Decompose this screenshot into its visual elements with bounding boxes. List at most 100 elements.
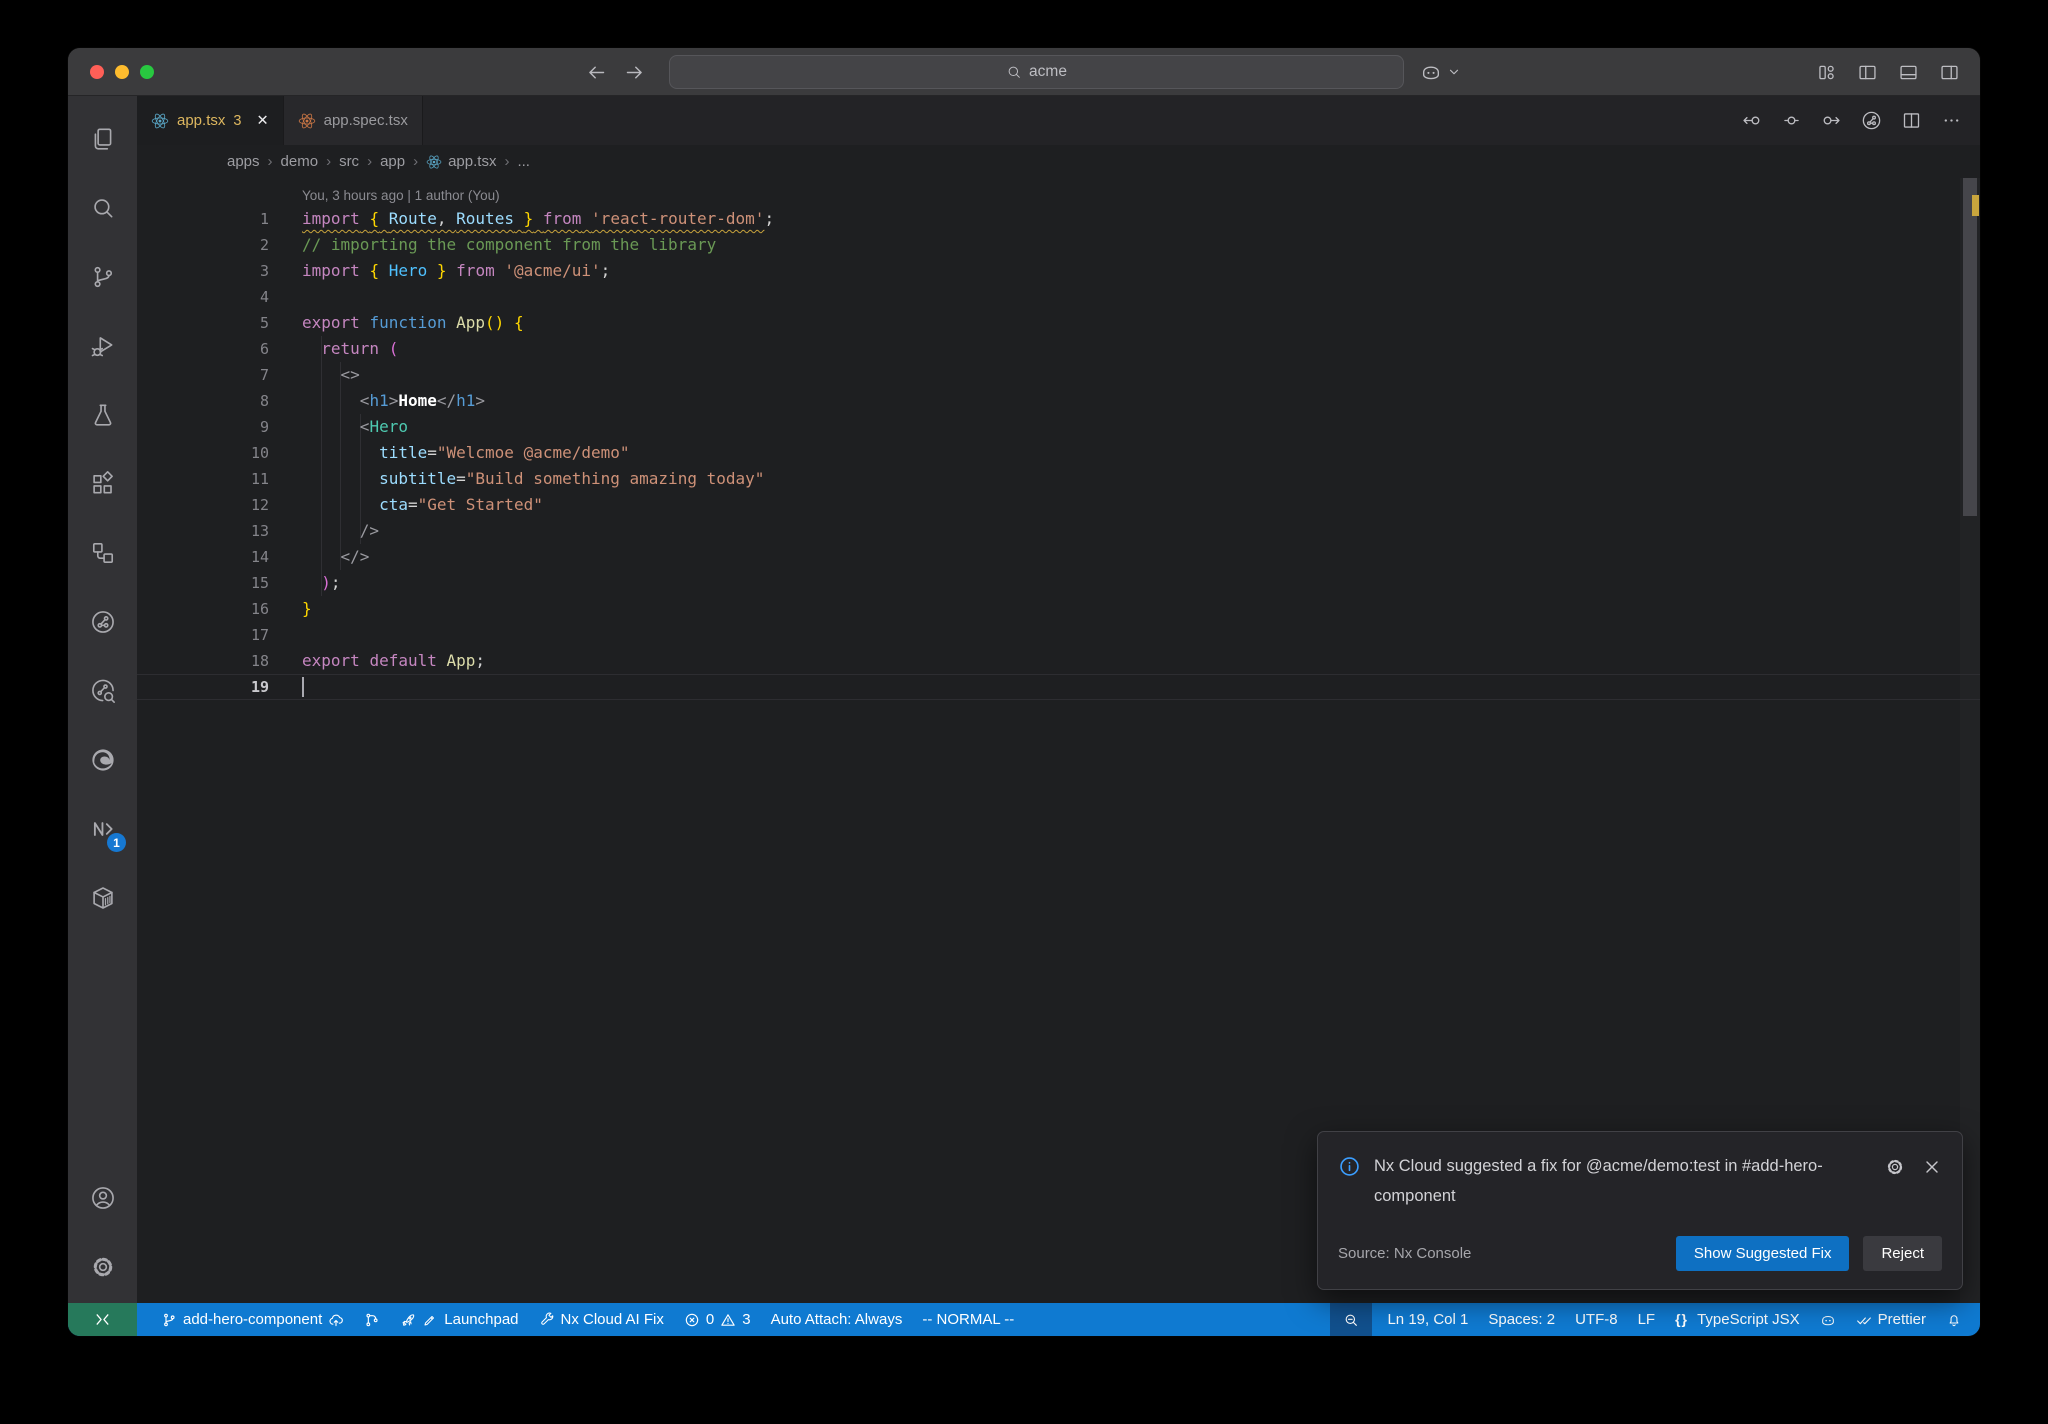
nav-forward-icon[interactable] bbox=[1821, 110, 1842, 131]
code-line-4[interactable]: 4 bbox=[137, 284, 1980, 310]
activity-item-hierarchy[interactable] bbox=[68, 518, 137, 587]
code-line-11[interactable]: 11 subtitle="Build something amazing tod… bbox=[137, 466, 1980, 492]
tab-label: app.tsx bbox=[177, 112, 226, 129]
line-number: 2 bbox=[259, 236, 269, 254]
status-git-graph[interactable] bbox=[354, 1303, 390, 1336]
status-cursor-position[interactable]: Ln 19, Col 1 bbox=[1377, 1303, 1478, 1336]
code-line-15[interactable]: 15 ); bbox=[137, 570, 1980, 596]
code-line-5[interactable]: 5 export function App() { bbox=[137, 310, 1980, 336]
show-suggested-fix-button[interactable]: Show Suggested Fix bbox=[1675, 1236, 1850, 1271]
tab-app.spec.tsx[interactable]: app.spec.tsx bbox=[283, 96, 423, 145]
status-problems[interactable]: 03 bbox=[674, 1303, 761, 1336]
code-line-16[interactable]: 16} bbox=[137, 596, 1980, 622]
nav-back-icon[interactable] bbox=[1741, 110, 1762, 131]
breadcrumb-item[interactable]: demo bbox=[281, 153, 319, 170]
code-line-13[interactable]: 13 /> bbox=[137, 518, 1980, 544]
activity-item-run-debug[interactable] bbox=[68, 311, 137, 380]
close-window-button[interactable] bbox=[90, 65, 104, 79]
code-line-19[interactable]: 19 bbox=[137, 674, 1980, 700]
status-vim-mode[interactable]: -- NORMAL -- bbox=[912, 1303, 1024, 1336]
code-line-1[interactable]: 1 import { Route, Routes } from 'react-ro… bbox=[137, 206, 1980, 232]
navigate-back-icon[interactable] bbox=[586, 62, 607, 83]
more-actions-icon[interactable] bbox=[1941, 110, 1962, 131]
code-line-18[interactable]: 18 export default App; bbox=[137, 648, 1980, 674]
line-number: 8 bbox=[259, 392, 269, 410]
status-text: UTF-8 bbox=[1575, 1311, 1618, 1328]
copilot-icon bbox=[1820, 1312, 1836, 1328]
code-line-17[interactable]: 17 bbox=[137, 622, 1980, 648]
activity-item-accounts[interactable] bbox=[68, 1163, 137, 1232]
status-indentation[interactable]: Spaces: 2 bbox=[1478, 1303, 1565, 1336]
activity-item-extensions[interactable] bbox=[68, 449, 137, 518]
line-number: 13 bbox=[250, 522, 269, 540]
activity-item-package-explorer[interactable] bbox=[68, 863, 137, 932]
toggle-primary-sidebar-icon[interactable] bbox=[1857, 62, 1878, 83]
breadcrumb-item[interactable]: src bbox=[339, 153, 359, 170]
zoom-window-button[interactable] bbox=[140, 65, 154, 79]
react-icon-blue bbox=[426, 154, 442, 170]
remote-indicator[interactable] bbox=[68, 1303, 137, 1336]
status-notifications[interactable] bbox=[1936, 1303, 1972, 1336]
status-branch[interactable]: add-hero-component bbox=[151, 1303, 354, 1336]
tab-bar-tabs: app.tsx 3 ✕ app.spec.tsx bbox=[137, 96, 423, 145]
code-line-3[interactable]: 3 import { Hero } from '@acme/ui'; bbox=[137, 258, 1980, 284]
split-editor-icon[interactable] bbox=[1901, 110, 1922, 131]
line-number: 11 bbox=[250, 470, 269, 488]
activity-item-edge-tools[interactable] bbox=[68, 725, 137, 794]
breadcrumb-item[interactable]: ... bbox=[517, 153, 530, 170]
activity-item-nx-project-graph[interactable] bbox=[68, 587, 137, 656]
activity-item-nx-graph-search[interactable] bbox=[68, 656, 137, 725]
code-line-14[interactable]: 14 </> bbox=[137, 544, 1980, 570]
line-number: 10 bbox=[250, 444, 269, 462]
status-text: Launchpad bbox=[444, 1311, 519, 1328]
status-language-mode[interactable]: {} TypeScript JSX bbox=[1665, 1303, 1810, 1336]
titlebar: acme bbox=[68, 48, 1980, 96]
close-tab-icon[interactable]: ✕ bbox=[256, 113, 268, 129]
status-launchpad[interactable]: Launchpad bbox=[390, 1303, 528, 1336]
status-text: Ln 19, Col 1 bbox=[1387, 1311, 1469, 1328]
search-icon bbox=[1006, 64, 1022, 80]
toggle-panel-icon[interactable] bbox=[1898, 62, 1919, 83]
code-line-8[interactable]: 8 <h1>Home</h1> bbox=[137, 388, 1980, 414]
status-bar-left: add-hero-component Launchpad Nx Cloud AI F… bbox=[137, 1303, 1024, 1336]
bell-icon bbox=[1946, 1312, 1962, 1328]
activity-item-search[interactable] bbox=[68, 173, 137, 242]
activity-item-settings[interactable] bbox=[68, 1232, 137, 1301]
activity-item-source-control[interactable] bbox=[68, 242, 137, 311]
graph-search-icon bbox=[90, 678, 116, 704]
activity-item-explorer[interactable] bbox=[68, 104, 137, 173]
command-center-search[interactable]: acme bbox=[669, 55, 1404, 89]
nav-circle-icon[interactable] bbox=[1781, 110, 1802, 131]
breadcrumb-separator-icon: › bbox=[413, 153, 419, 170]
status-nx-cloud-ai-fix[interactable]: Nx Cloud AI Fix bbox=[529, 1303, 674, 1336]
status-prettier[interactable]: Prettier bbox=[1846, 1303, 1936, 1336]
search-value: acme bbox=[1029, 63, 1067, 80]
status-zoom[interactable] bbox=[1330, 1303, 1373, 1336]
code-line-7[interactable]: 7 <> bbox=[137, 362, 1980, 388]
code-line-9[interactable]: 9 <Hero bbox=[137, 414, 1980, 440]
code-line-10[interactable]: 10 title="Welcmoe @acme/demo" bbox=[137, 440, 1980, 466]
status-auto-attach[interactable]: Auto Attach: Always bbox=[761, 1303, 913, 1336]
tab-app.tsx[interactable]: app.tsx 3 ✕ bbox=[137, 96, 284, 145]
code-line-6[interactable]: 6 return ( bbox=[137, 336, 1980, 362]
activity-item-nx-console[interactable]: 1 bbox=[68, 794, 137, 863]
navigate-forward-icon[interactable] bbox=[624, 62, 645, 83]
notification-settings-gear-icon[interactable] bbox=[1885, 1157, 1905, 1177]
breadcrumb-item[interactable]: app bbox=[380, 153, 405, 170]
code-line-12[interactable]: 12 cta="Get Started" bbox=[137, 492, 1980, 518]
status-eol[interactable]: LF bbox=[1628, 1303, 1666, 1336]
copilot-menu[interactable] bbox=[1420, 48, 1461, 96]
status-encoding[interactable]: UTF-8 bbox=[1565, 1303, 1628, 1336]
graph-circle-icon[interactable] bbox=[1861, 110, 1882, 131]
notification-close-icon[interactable] bbox=[1922, 1157, 1942, 1177]
toggle-secondary-sidebar-icon[interactable] bbox=[1939, 62, 1960, 83]
status-copilot[interactable] bbox=[1810, 1303, 1846, 1336]
activity-item-testing[interactable] bbox=[68, 380, 137, 449]
minimize-window-button[interactable] bbox=[115, 65, 129, 79]
code-area[interactable]: 1 import { Route, Routes } from 'react-ro… bbox=[137, 206, 1980, 700]
reject-button[interactable]: Reject bbox=[1863, 1236, 1942, 1271]
breadcrumb-item[interactable]: app.tsx bbox=[426, 153, 496, 170]
customize-layout-icon[interactable] bbox=[1816, 62, 1837, 83]
breadcrumb-item[interactable]: apps bbox=[227, 153, 260, 170]
code-line-2[interactable]: 2// importing the component from the lib… bbox=[137, 232, 1980, 258]
